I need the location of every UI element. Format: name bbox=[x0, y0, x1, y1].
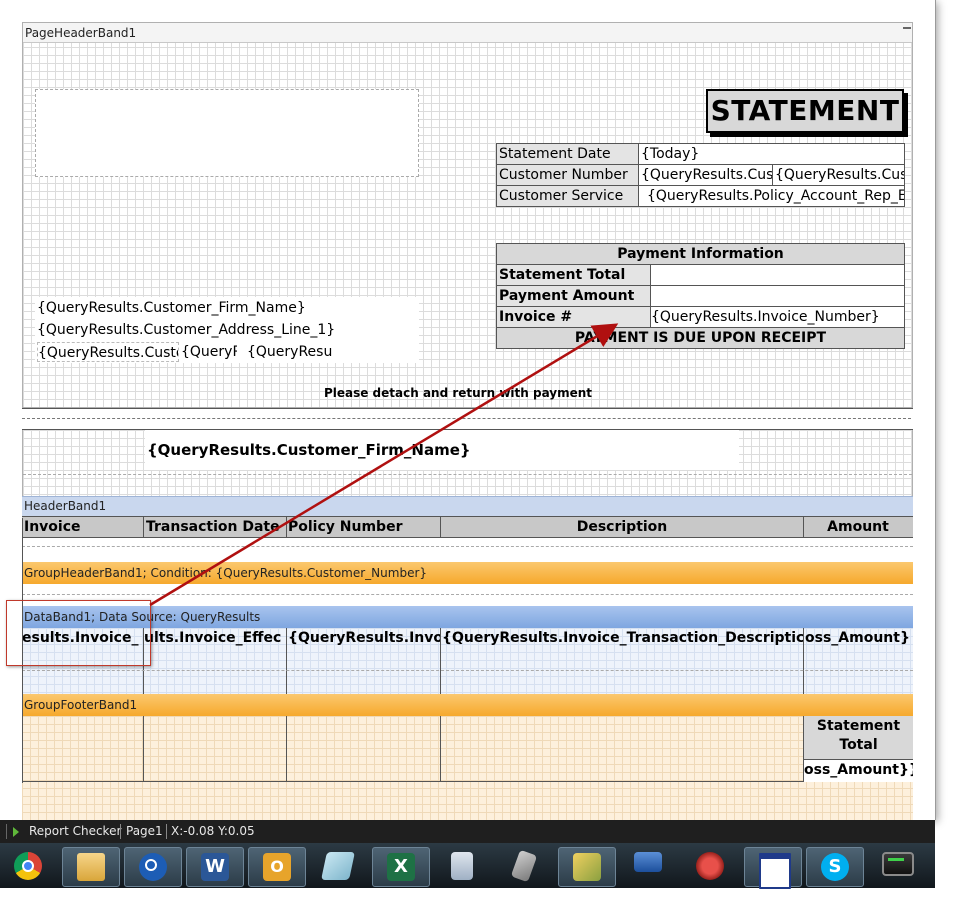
address-zip-field[interactable]: {QueryResult bbox=[247, 342, 333, 362]
column-header-transaction-date[interactable]: Transaction Date bbox=[146, 517, 286, 537]
address-block[interactable]: {QueryResults.Customer_Firm_Name} {Query… bbox=[35, 297, 419, 363]
info-value-2[interactable]: {QueryResults.Cust bbox=[772, 164, 905, 186]
info-row-statement-date: Statement Date {Today} bbox=[496, 143, 905, 165]
status-bar: Report Checker Page1 X:-0.08 Y:0.05 bbox=[0, 820, 935, 843]
taskbar-chrome[interactable] bbox=[0, 847, 56, 885]
tear-off-separator[interactable] bbox=[22, 408, 913, 430]
taskbar-outlook[interactable]: O bbox=[248, 847, 306, 887]
window-icon bbox=[759, 853, 791, 889]
statement-info-table: Statement Date {Today} Customer Number {… bbox=[496, 143, 905, 207]
tools-icon bbox=[510, 849, 538, 883]
chrome-icon bbox=[14, 852, 42, 880]
calculator-icon bbox=[451, 852, 473, 880]
group-header-band[interactable]: GroupHeaderBand1; Condition: {QueryResul… bbox=[22, 560, 913, 604]
taskbar-monitor[interactable] bbox=[868, 847, 924, 885]
group-footer-band-label: GroupFooterBand1 bbox=[24, 698, 138, 712]
payment-information-table: Payment Information Statement Total Paym… bbox=[495, 243, 906, 349]
logo-image-placeholder[interactable] bbox=[35, 89, 419, 177]
taskbar-skype[interactable]: S bbox=[806, 847, 864, 887]
taskbar-excel[interactable]: X bbox=[372, 847, 430, 887]
data-cell-policy-number[interactable]: {QueryResults.Invo bbox=[288, 628, 440, 650]
column-header-row: Invoice Transaction Date Policy Number D… bbox=[22, 516, 913, 538]
report-checker[interactable]: Report Checker bbox=[29, 820, 121, 843]
file-explorer-icon bbox=[77, 853, 105, 881]
taskbar-phone[interactable] bbox=[682, 847, 738, 885]
statement-title: STATEMENT bbox=[710, 94, 900, 127]
play-icon[interactable] bbox=[13, 827, 19, 837]
skype-icon: S bbox=[821, 853, 849, 881]
taskbar-word[interactable]: W bbox=[186, 847, 244, 887]
blocked-app-icon bbox=[139, 853, 167, 881]
header-band-label: HeaderBand1 bbox=[24, 499, 107, 513]
data-band[interactable]: DataBand1; Data Source: QueryResults esu… bbox=[22, 604, 913, 694]
data-cell-transaction-date[interactable]: ults.Invoice_Effec bbox=[144, 628, 286, 650]
remote-desktop-icon bbox=[634, 852, 662, 872]
page-header-band-label: PageHeaderBand1 bbox=[25, 26, 137, 40]
statement-title-box[interactable]: STATEMENT bbox=[706, 89, 904, 133]
payment-info-header: Payment Information bbox=[495, 243, 906, 265]
info-row-customer-service: Customer Service {QueryResults.Policy_Ac… bbox=[496, 185, 905, 207]
info-label: Customer Number bbox=[496, 164, 639, 186]
column-header-description[interactable]: Description bbox=[442, 517, 802, 537]
data-cell-description[interactable]: {QueryResults.Invoice_Transaction_Descri… bbox=[442, 628, 803, 650]
info-value[interactable]: {QueryResults.Cust bbox=[638, 164, 773, 186]
taskbar-blocked-app[interactable] bbox=[124, 847, 182, 887]
report-designer-canvas[interactable]: PageHeaderBand1 STATEMENT Statement Date… bbox=[0, 0, 936, 820]
address-state-field[interactable]: {QueryR bbox=[181, 342, 237, 362]
payment-label-statement-total: Statement Total bbox=[496, 264, 651, 286]
payment-label-payment-amount: Payment Amount bbox=[496, 285, 651, 307]
page-indicator[interactable]: Page1 bbox=[126, 820, 163, 843]
column-header-amount[interactable]: Amount bbox=[805, 517, 911, 537]
taskbar-tools[interactable] bbox=[496, 847, 552, 885]
info-label: Customer Service bbox=[496, 185, 639, 207]
taskbar-calculator[interactable] bbox=[434, 847, 490, 885]
address-city-field[interactable]: {QueryResults.Custo bbox=[37, 342, 179, 362]
statement-total-line2: Total bbox=[839, 737, 878, 753]
firm-name-band[interactable]: {QueryResults.Customer_Firm_Name} bbox=[22, 430, 913, 496]
payment-value-statement-total[interactable] bbox=[649, 264, 906, 286]
statement-total-value[interactable]: oss_Amount}} bbox=[804, 760, 913, 782]
column-header-invoice[interactable]: Invoice bbox=[24, 517, 142, 537]
phone-icon bbox=[696, 852, 724, 880]
header-band[interactable]: HeaderBand1 Invoice Transaction Date Pol… bbox=[22, 496, 913, 560]
data-row: esults.Invoice_ ults.Invoice_Effec {Quer… bbox=[22, 628, 913, 694]
report-designer-icon bbox=[573, 853, 601, 881]
page-header-band[interactable]: PageHeaderBand1 STATEMENT Statement Date… bbox=[22, 22, 913, 408]
firm-name-bold[interactable]: {QueryResults.Customer_Firm_Name} bbox=[147, 440, 647, 462]
payment-due-notice: PAYMENT IS DUE UPON RECEIPT bbox=[495, 327, 906, 349]
group-header-band-label: GroupHeaderBand1; Condition: {QueryResul… bbox=[24, 566, 428, 580]
payment-label-invoice-number: Invoice # bbox=[496, 306, 651, 328]
address-firm-name[interactable]: {QueryResults.Customer_Firm_Name} bbox=[37, 298, 417, 318]
taskbar-window[interactable] bbox=[744, 847, 802, 889]
statement-total-line1: Statement bbox=[816, 718, 901, 734]
info-value[interactable]: {QueryResults.Policy_Account_Rep_Em bbox=[638, 185, 905, 207]
taskbar-notepad[interactable] bbox=[310, 847, 366, 885]
word-icon: W bbox=[201, 853, 229, 881]
outlook-icon: O bbox=[263, 853, 291, 881]
info-value[interactable]: {Today} bbox=[638, 143, 905, 165]
info-label: Statement Date bbox=[496, 143, 639, 165]
statement-total-label-box[interactable]: Statement Total bbox=[804, 716, 913, 760]
taskbar-remote-desktop[interactable] bbox=[620, 847, 676, 885]
taskbar-report-designer[interactable] bbox=[558, 847, 616, 887]
excel-icon: X bbox=[387, 853, 415, 881]
windows-taskbar: W O X S bbox=[0, 843, 935, 889]
column-header-policy-number[interactable]: Policy Number bbox=[288, 517, 438, 537]
monitor-icon bbox=[882, 852, 914, 876]
info-row-customer-number: Customer Number {QueryResults.Cust {Quer… bbox=[496, 164, 905, 186]
collapse-icon[interactable] bbox=[903, 27, 911, 29]
data-cell-amount[interactable]: oss_Amount} bbox=[805, 628, 911, 650]
taskbar-explorer[interactable] bbox=[62, 847, 120, 887]
address-line-1[interactable]: {QueryResults.Customer_Address_Line_1} bbox=[37, 320, 417, 340]
payment-value-invoice-number[interactable]: {QueryResults.Invoice_Number} bbox=[649, 306, 906, 328]
payment-value-payment-amount[interactable] bbox=[649, 285, 906, 307]
notepad-icon bbox=[321, 852, 355, 880]
highlight-box bbox=[6, 600, 151, 666]
detach-instruction[interactable]: Please detach and return with payment bbox=[273, 383, 643, 403]
cursor-coordinates: X:-0.08 Y:0.05 bbox=[171, 824, 255, 838]
group-footer-band[interactable]: GroupFooterBand1 Statement Total oss_Amo… bbox=[22, 694, 913, 820]
